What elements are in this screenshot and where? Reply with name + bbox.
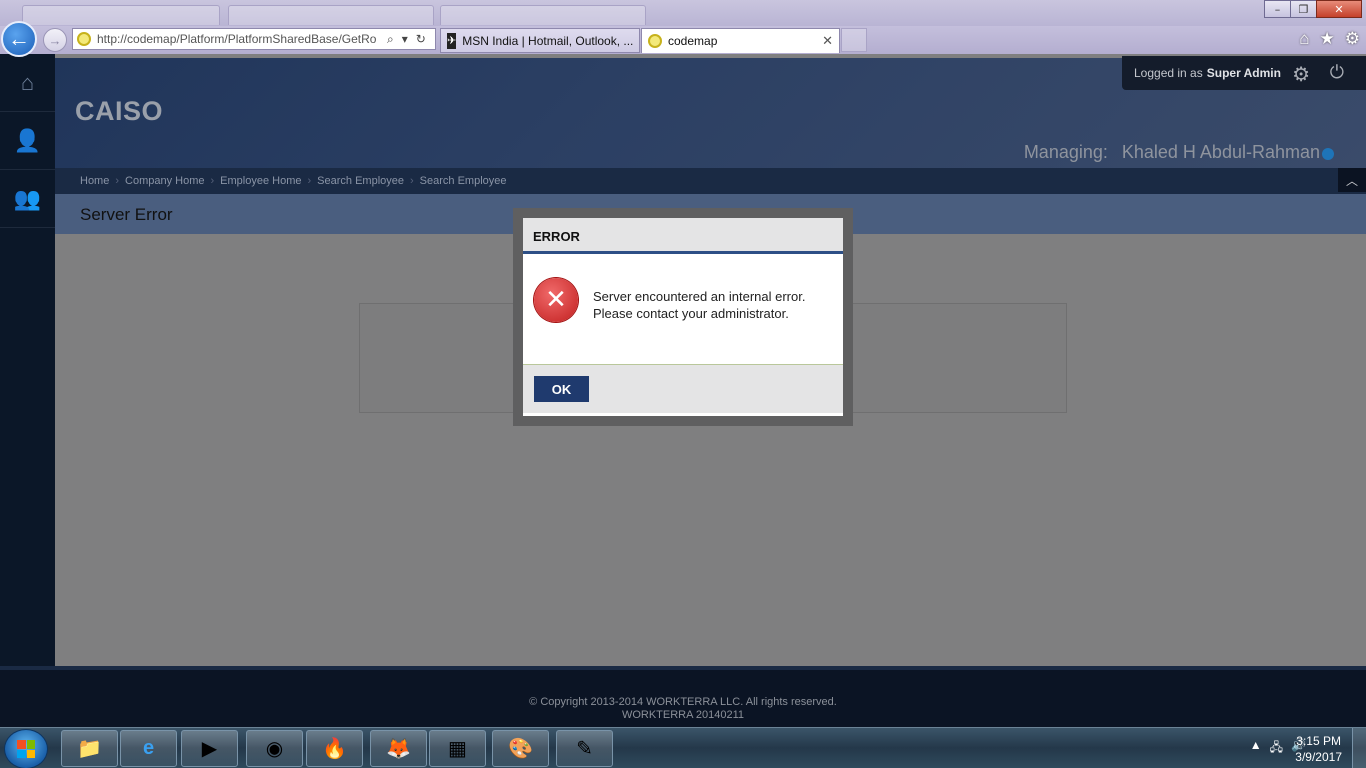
- error-dialog: ERROR ✕ Server encountered an internal e…: [523, 218, 843, 416]
- breadcrumb-separator: ›: [410, 175, 414, 187]
- msn-icon: ✈: [447, 32, 457, 49]
- page-icon: [648, 34, 662, 48]
- firefox-icon[interactable]: 🦊: [370, 730, 427, 767]
- star-icon[interactable]: ★: [1320, 29, 1335, 49]
- clock[interactable]: 3:15 PM 3/9/2017: [1295, 733, 1342, 765]
- sidebar-item-person[interactable]: 👤: [0, 112, 55, 170]
- dialog-footer: OK: [523, 365, 843, 413]
- settings-gear-icon[interactable]: ⚙: [1292, 62, 1310, 87]
- search-icon[interactable]: ⌕: [387, 32, 394, 47]
- managing-label: Managing:: [1023, 142, 1108, 162]
- tab-label: MSN India | Hotmail, Outlook, ...: [462, 33, 634, 48]
- show-desktop-button[interactable]: [1352, 728, 1366, 768]
- network-icon[interactable]: 🖧: [1270, 738, 1283, 759]
- background-tab[interactable]: [228, 5, 434, 25]
- browser-title-bar: – ❐ ✕: [0, 0, 1366, 26]
- breadcrumb-separator: ›: [210, 175, 215, 187]
- error-icon: ✕: [534, 278, 578, 322]
- user-box: Logged in as Super Admin ⚙ ⏻: [1122, 56, 1366, 90]
- background-tab[interactable]: [22, 5, 220, 25]
- breadcrumb-item[interactable]: Employee Home: [220, 175, 301, 187]
- chrome-icon[interactable]: ◉: [246, 730, 303, 767]
- home-icon: ⌂: [20, 69, 35, 95]
- browser-tools: ⌂ ★ ⚙: [1299, 29, 1360, 49]
- refresh-icon[interactable]: ↻: [416, 32, 426, 47]
- address-text[interactable]: http://codemap/Platform/PlatformSharedBa…: [97, 32, 381, 46]
- windows-logo-icon: [17, 740, 35, 758]
- breadcrumb: Home › Company Home › Employee Home › Searc…: [55, 168, 1366, 194]
- person-icon: 👤: [13, 127, 42, 153]
- collapse-up-icon[interactable]: ︿: [1338, 168, 1366, 192]
- address-bar[interactable]: http://codemap/Platform/PlatformSharedBa…: [72, 28, 436, 50]
- version-text: WORKTERRA 20140211: [621, 709, 745, 721]
- page-footer: © Copyright 2013-2014 WORKTERRA LLC. All…: [0, 670, 1366, 727]
- spreadsheet-icon[interactable]: ▦: [429, 730, 486, 767]
- forward-arrow-icon[interactable]: →: [43, 28, 67, 52]
- page-title: Server Error: [80, 205, 173, 224]
- background-tab[interactable]: [440, 5, 646, 25]
- restore-icon[interactable]: ❐: [1290, 0, 1317, 18]
- status-dot-icon: [1322, 148, 1334, 160]
- sidebar-item-home[interactable]: ⌂: [0, 54, 55, 112]
- brand-logo: CAISO: [75, 96, 164, 126]
- burner-icon[interactable]: 🔥: [306, 730, 363, 767]
- back-arrow-icon[interactable]: ←: [1, 21, 37, 57]
- tab-codemap[interactable]: codemap ✕: [641, 28, 840, 53]
- media-player-icon[interactable]: ▶: [181, 730, 238, 767]
- dialog-title: ERROR: [523, 218, 843, 254]
- ok-button[interactable]: OK: [534, 376, 589, 402]
- user-name: Super Admin: [1206, 66, 1281, 80]
- breadcrumb-item: Search Employee: [419, 175, 507, 187]
- error-message: Server encountered an internal error. Pl…: [593, 289, 806, 321]
- window-controls: – ❐ ✕: [1264, 0, 1362, 18]
- breadcrumb-item[interactable]: Home: [80, 175, 109, 187]
- file-explorer-icon[interactable]: 📁: [61, 730, 118, 767]
- show-hidden-icons-icon[interactable]: ▲: [1250, 738, 1262, 759]
- notepad-icon[interactable]: ✎: [556, 730, 613, 767]
- breadcrumb-item[interactable]: Search Employee: [317, 175, 404, 187]
- people-icon: 👥: [13, 185, 42, 211]
- paint-icon[interactable]: 🎨: [492, 730, 549, 767]
- tab-label: codemap: [668, 34, 718, 48]
- breadcrumb-separator: ›: [307, 175, 312, 187]
- new-tab-button[interactable]: [841, 28, 867, 52]
- power-icon[interactable]: ⏻: [1330, 62, 1344, 83]
- logged-in-label: Logged in as: [1134, 66, 1203, 80]
- tab-msn[interactable]: ✈ MSN India | Hotmail, Outlook, ...: [440, 28, 640, 53]
- date-text: 3/9/2017: [1295, 750, 1342, 764]
- close-tab-icon[interactable]: ✕: [822, 33, 833, 49]
- minimize-icon[interactable]: –: [1264, 0, 1291, 18]
- home-icon[interactable]: ⌂: [1299, 29, 1309, 49]
- breadcrumb-separator: ›: [115, 175, 120, 187]
- copyright-text: © Copyright 2013-2014 WORKTERRA LLC. All…: [529, 696, 837, 708]
- sidebar: ⌂ 👤 👥: [0, 54, 55, 727]
- sidebar-item-people[interactable]: 👥: [0, 170, 55, 228]
- start-button[interactable]: [4, 729, 48, 768]
- dialog-body: ✕ Server encountered an internal error. …: [523, 254, 843, 365]
- time-text: 3:15 PM: [1296, 734, 1341, 748]
- gear-icon[interactable]: ⚙: [1345, 29, 1360, 49]
- close-window-icon[interactable]: ✕: [1316, 0, 1362, 18]
- managing-info: Managing: Khaled H Abdul-Rahman: [1024, 142, 1320, 163]
- breadcrumb-item[interactable]: Company Home: [125, 175, 204, 187]
- managing-name[interactable]: Khaled H Abdul-Rahman: [1122, 142, 1320, 162]
- dropdown-icon[interactable]: ▾: [402, 32, 408, 47]
- page-icon: [77, 32, 91, 46]
- taskbar: 📁 e ▶ ◉ 🔥 🦊 ▦ 🎨 ✎ ▲ 🖧 🔊 3:15 PM 3/9/2017: [0, 727, 1366, 768]
- internet-explorer-icon[interactable]: e: [120, 730, 177, 767]
